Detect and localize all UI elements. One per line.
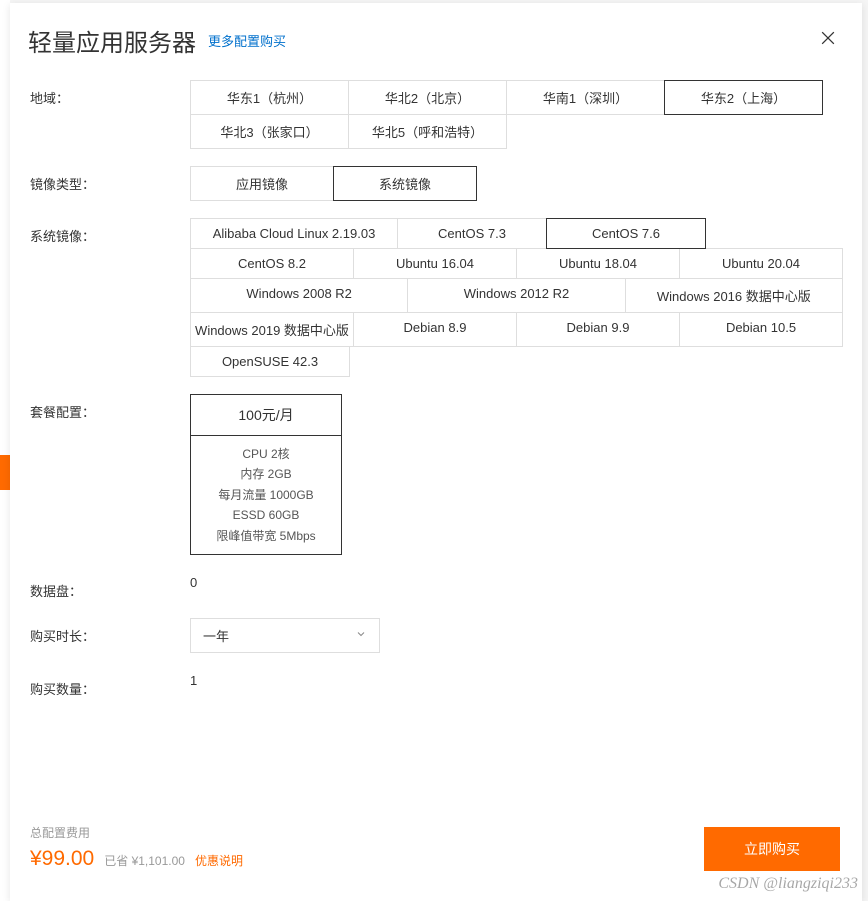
system-image-option[interactable]: Ubuntu 16.04 xyxy=(353,248,517,279)
system-image-option[interactable]: Windows 2019 数据中心版 xyxy=(190,312,354,347)
quantity-value: 1 xyxy=(190,671,197,688)
more-config-link[interactable]: 更多配置购买 xyxy=(208,31,286,50)
save-text: 已省 ¥1,101.00 xyxy=(104,852,185,869)
duration-value: 一年 xyxy=(203,626,229,645)
plan-spec-line: 限峰值带宽 5Mbps xyxy=(191,526,341,546)
label-region: 地域： xyxy=(30,80,190,107)
region-option[interactable]: 华北2（北京） xyxy=(348,80,507,115)
system-image-option[interactable]: OpenSUSE 42.3 xyxy=(190,346,350,377)
modal-header: 轻量应用服务器 更多配置购买 xyxy=(10,3,862,70)
image-type-option[interactable]: 应用镜像 xyxy=(190,166,334,201)
system-image-option[interactable]: Debian 9.9 xyxy=(516,312,680,347)
modal-content: 地域： 华东1（杭州）华北2（北京）华南1（深圳）华东2（上海） 华北3（张家口）… xyxy=(10,70,862,809)
plan-value: 100元/月 CPU 2核内存 2GB每月流量 1000GBESSD 60GB限… xyxy=(190,394,842,555)
plan-price: 100元/月 xyxy=(191,395,341,436)
plan-spec-line: ESSD 60GB xyxy=(191,505,341,525)
system-image-option[interactable]: Alibaba Cloud Linux 2.19.03 xyxy=(190,218,398,249)
system-image-options: Alibaba Cloud Linux 2.19.03CentOS 7.3Cen… xyxy=(190,218,842,376)
region-option[interactable]: 华南1（深圳） xyxy=(506,80,665,115)
modal-title: 轻量应用服务器 xyxy=(28,23,196,58)
system-image-option[interactable]: CentOS 7.6 xyxy=(546,218,706,249)
label-duration: 购买时长： xyxy=(30,618,190,645)
discount-link[interactable]: 优惠说明 xyxy=(195,852,243,869)
plan-spec-line: CPU 2核 xyxy=(191,444,341,464)
total-price: ¥99.00 xyxy=(30,847,94,871)
system-image-option[interactable]: CentOS 8.2 xyxy=(190,248,354,279)
image-type-options: 应用镜像系统镜像 xyxy=(190,166,842,200)
chevron-down-icon xyxy=(355,628,367,643)
system-image-option[interactable]: Debian 10.5 xyxy=(679,312,843,347)
system-image-option[interactable]: Debian 8.9 xyxy=(353,312,517,347)
buy-button[interactable]: 立即购买 xyxy=(704,827,840,871)
plan-spec-line: 每月流量 1000GB xyxy=(191,485,341,505)
region-option[interactable]: 华北5（呼和浩特） xyxy=(348,114,507,149)
plan-card[interactable]: 100元/月 CPU 2核内存 2GB每月流量 1000GBESSD 60GB限… xyxy=(190,394,342,555)
system-image-option[interactable]: Ubuntu 18.04 xyxy=(516,248,680,279)
price-block: 总配置费用 ¥99.00 已省 ¥1,101.00 优惠说明 xyxy=(30,824,243,871)
region-options: 华东1（杭州）华北2（北京）华南1（深圳）华东2（上海） 华北3（张家口）华北5（… xyxy=(190,80,842,148)
config-modal: 轻量应用服务器 更多配置购买 地域： 华东1（杭州）华北2（北京）华南1（深圳）… xyxy=(10,3,862,901)
region-option[interactable]: 华东1（杭州） xyxy=(190,80,349,115)
data-disk-value: 0 xyxy=(190,573,197,590)
system-image-option[interactable]: Windows 2016 数据中心版 xyxy=(625,278,843,313)
duration-select[interactable]: 一年 xyxy=(190,618,380,653)
system-image-option[interactable]: Windows 2012 R2 xyxy=(407,278,625,313)
plan-specs: CPU 2核内存 2GB每月流量 1000GBESSD 60GB限峰值带宽 5M… xyxy=(191,436,341,554)
label-quantity: 购买数量： xyxy=(30,671,190,698)
label-data-disk: 数据盘： xyxy=(30,573,190,600)
region-option[interactable]: 华北3（张家口） xyxy=(190,114,349,149)
label-plan: 套餐配置： xyxy=(30,394,190,421)
region-option[interactable]: 华东2（上海） xyxy=(664,80,823,115)
image-type-option[interactable]: 系统镜像 xyxy=(333,166,477,201)
plan-spec-line: 内存 2GB xyxy=(191,464,341,484)
modal-footer: 总配置费用 ¥99.00 已省 ¥1,101.00 优惠说明 立即购买 xyxy=(10,809,862,901)
system-image-option[interactable]: Ubuntu 20.04 xyxy=(679,248,843,279)
system-image-option[interactable]: CentOS 7.3 xyxy=(397,218,547,249)
label-image-type: 镜像类型： xyxy=(30,166,190,193)
label-system-image: 系统镜像： xyxy=(30,218,190,245)
system-image-option[interactable]: Windows 2008 R2 xyxy=(190,278,408,313)
close-icon[interactable] xyxy=(818,28,838,53)
fee-label: 总配置费用 xyxy=(30,824,243,841)
